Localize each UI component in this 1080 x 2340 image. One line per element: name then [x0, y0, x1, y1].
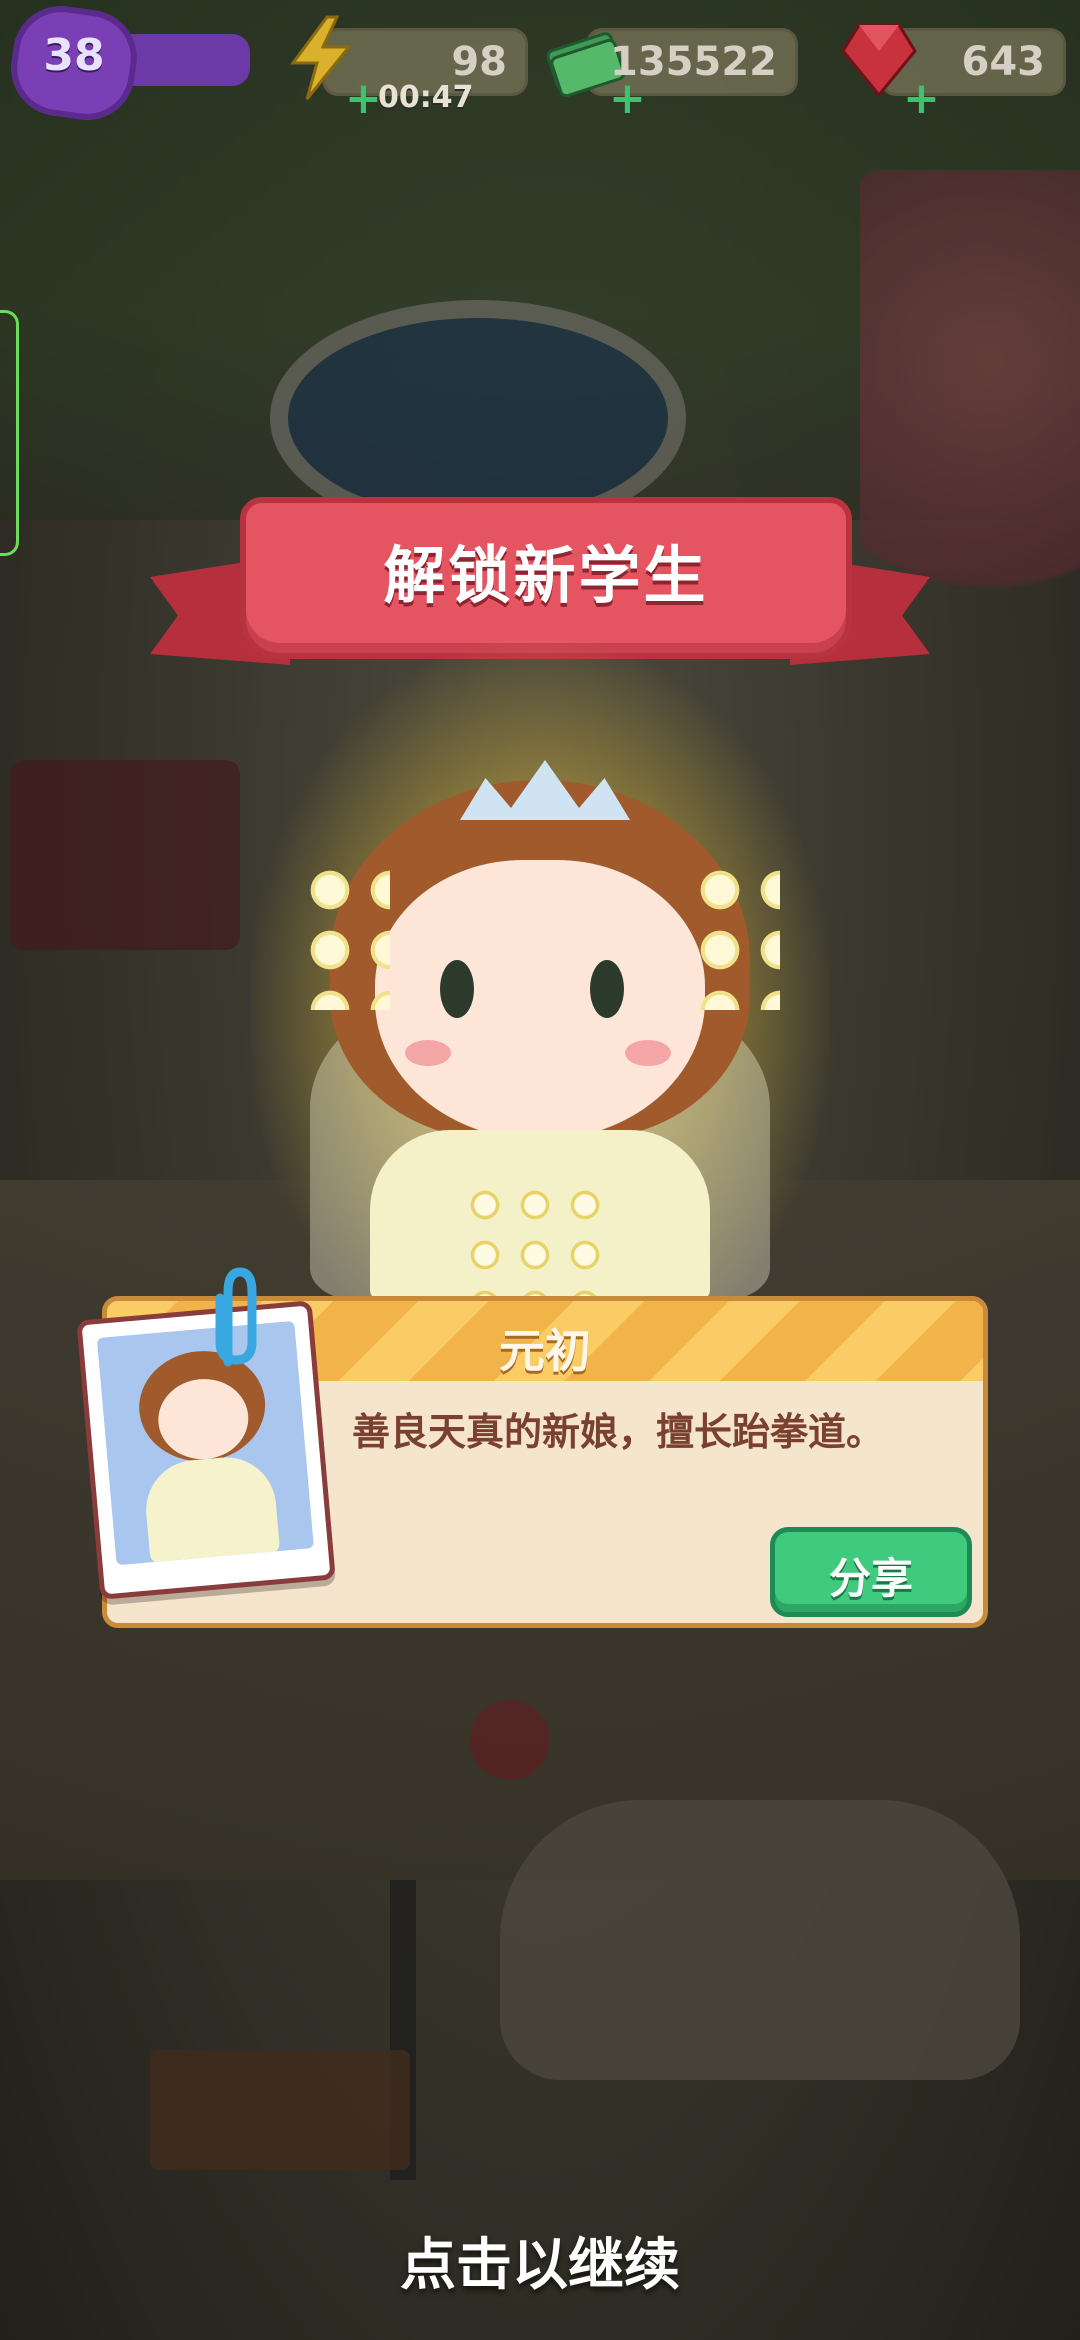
- student-character-portrait: [290, 740, 790, 1300]
- level-number: 38: [43, 30, 105, 81]
- share-button-label: 分享: [828, 1554, 913, 1603]
- share-button[interactable]: 分享: [770, 1527, 972, 1617]
- character-face: [375, 860, 705, 1140]
- plus-icon[interactable]: +: [609, 77, 646, 121]
- top-hud: 38 + 98 00:47 + 135522 + 643: [0, 0, 1080, 127]
- gems-value: 643: [961, 39, 1046, 85]
- bouquet: [460, 1180, 620, 1300]
- tap-to-continue-label: 点击以继续: [400, 2233, 680, 2298]
- character-eye: [590, 960, 624, 1018]
- gems-counter[interactable]: + 643: [841, 23, 1066, 121]
- photo-dress: [142, 1453, 281, 1565]
- paperclip-icon: [215, 1267, 257, 1367]
- energy-timer: 00:47: [378, 80, 474, 115]
- hair-flowers: [300, 860, 390, 1010]
- level-badge[interactable]: 38: [4, 0, 144, 127]
- student-description: 善良天真的新娘，擅长跆拳道。: [352, 1410, 885, 1454]
- energy-value: 98: [451, 39, 507, 85]
- coins-counter[interactable]: + 135522: [546, 28, 798, 121]
- coins-value: 135522: [610, 39, 777, 85]
- plus-icon[interactable]: +: [345, 77, 382, 121]
- banner-title: 解锁新学生: [383, 539, 709, 612]
- tiara: [460, 760, 630, 820]
- character-cheek: [405, 1040, 451, 1066]
- character-eye: [440, 960, 474, 1018]
- character-cheek: [625, 1040, 671, 1066]
- plus-icon[interactable]: +: [903, 77, 940, 121]
- hair-flowers: [690, 860, 780, 1010]
